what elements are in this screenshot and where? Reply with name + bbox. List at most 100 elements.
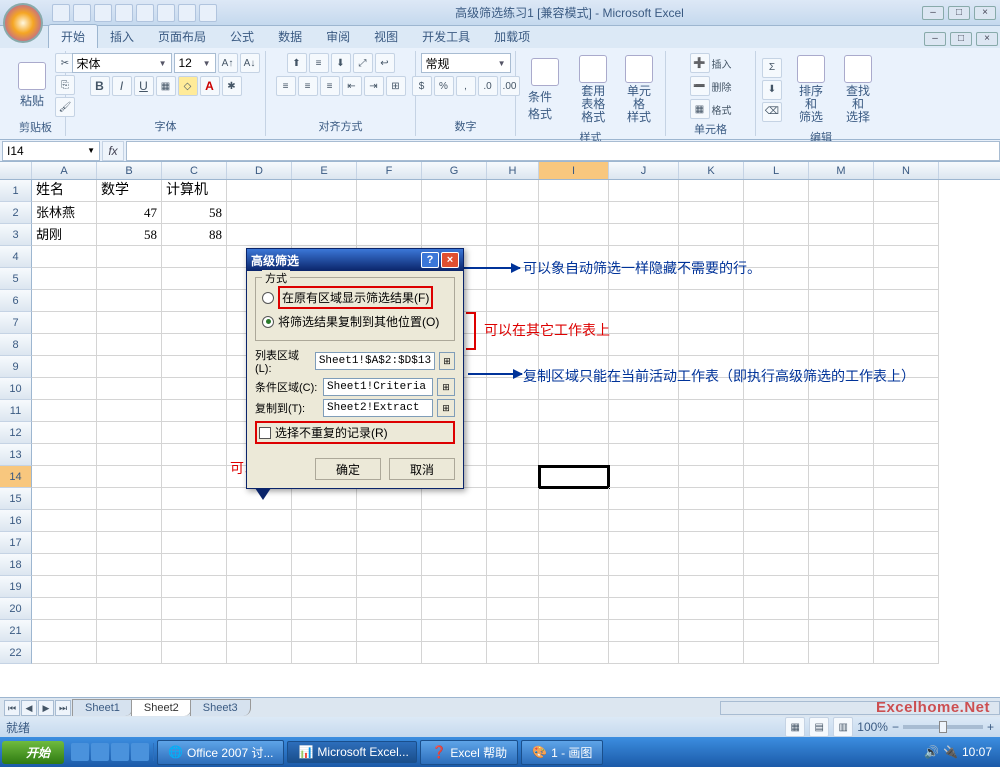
decrease-font-icon[interactable]: A↓ [240,53,260,73]
cell[interactable] [874,202,939,224]
cell[interactable] [422,620,487,642]
phonetic-button[interactable]: ✱ [222,76,242,96]
qat-btn[interactable] [157,4,175,22]
cell[interactable] [422,180,487,202]
worksheet-grid[interactable]: A B C D E F G H I J K L M N 1姓名数学计算机2张林燕… [0,162,1000,697]
row-header[interactable]: 18 [0,554,32,576]
cell[interactable] [679,334,744,356]
cell[interactable] [162,268,227,290]
cell[interactable] [32,312,97,334]
cell[interactable] [539,400,609,422]
view-break-icon[interactable]: ▥ [833,717,853,737]
close-button[interactable]: × [974,6,996,20]
cell[interactable]: 姓名 [32,180,97,202]
font-color-button[interactable]: A [200,76,220,96]
cell[interactable] [744,202,809,224]
cell[interactable] [539,422,609,444]
col-header[interactable]: C [162,162,227,179]
cell[interactable] [679,598,744,620]
dialog-help-button[interactable]: ? [421,252,439,268]
cell[interactable] [162,642,227,664]
cell[interactable] [744,532,809,554]
cell[interactable] [162,444,227,466]
cell[interactable] [679,312,744,334]
col-header[interactable]: M [809,162,874,179]
cell[interactable] [32,290,97,312]
cell[interactable] [744,554,809,576]
cell[interactable] [97,312,162,334]
cell[interactable] [744,576,809,598]
cell[interactable] [227,180,292,202]
find-select-button[interactable]: 查找和 选择 [836,53,880,127]
range-picker-icon[interactable]: ⊞ [437,399,455,417]
row-header[interactable]: 16 [0,510,32,532]
cell[interactable] [487,180,539,202]
cell[interactable] [357,576,422,598]
cell[interactable] [809,312,874,334]
cell[interactable]: 计算机 [162,180,227,202]
doc-minimize-button[interactable]: ‒ [924,32,946,46]
cell[interactable]: 数学 [97,180,162,202]
col-header[interactable]: A [32,162,97,179]
cell[interactable] [874,312,939,334]
cell[interactable] [357,642,422,664]
cell[interactable] [874,290,939,312]
cell[interactable] [357,532,422,554]
sheet-nav-first-icon[interactable]: ⏮ [4,700,20,716]
cell[interactable] [744,290,809,312]
taskbar-item[interactable]: ❓Excel 帮助 [420,740,518,765]
col-header[interactable]: L [744,162,809,179]
cell[interactable] [487,488,539,510]
cell[interactable] [162,554,227,576]
cell[interactable] [744,620,809,642]
cell[interactable] [357,598,422,620]
cell[interactable] [744,488,809,510]
cell[interactable] [679,576,744,598]
cell[interactable] [97,268,162,290]
cell[interactable] [32,400,97,422]
currency-icon[interactable]: $ [412,76,432,96]
align-middle-icon[interactable]: ≡ [309,53,329,73]
formula-input[interactable] [126,141,1000,161]
cell[interactable] [162,356,227,378]
cell[interactable] [422,532,487,554]
cell[interactable] [809,466,874,488]
col-header[interactable]: H [487,162,539,179]
cell[interactable] [162,488,227,510]
italic-button[interactable]: I [112,76,132,96]
cell[interactable] [162,312,227,334]
cell[interactable] [539,554,609,576]
row-header[interactable]: 5 [0,268,32,290]
cell[interactable] [679,400,744,422]
cell[interactable] [422,224,487,246]
row-header[interactable]: 19 [0,576,32,598]
minimize-button[interactable]: ‒ [922,6,944,20]
row-header[interactable]: 1 [0,180,32,202]
sheet-nav-last-icon[interactable]: ⏭ [55,700,71,716]
tray-icon[interactable]: 🔌 [943,745,958,759]
cell[interactable] [679,422,744,444]
cell[interactable] [609,532,679,554]
cell[interactable] [97,400,162,422]
bold-button[interactable]: B [90,76,110,96]
cell[interactable] [809,488,874,510]
cell[interactable] [292,554,357,576]
cell[interactable] [162,620,227,642]
cell[interactable] [609,554,679,576]
cell[interactable] [874,620,939,642]
taskbar-item[interactable]: 📊Microsoft Excel... [287,741,417,763]
cell[interactable] [874,246,939,268]
cell[interactable] [809,510,874,532]
cell[interactable] [487,598,539,620]
cell[interactable] [32,268,97,290]
list-range-input[interactable]: Sheet1!$A$2:$D$13 [315,352,435,370]
orientation-icon[interactable]: ⤢ [353,53,373,73]
cell[interactable] [809,532,874,554]
col-header[interactable]: I [539,162,609,179]
cell[interactable] [609,400,679,422]
dialog-titlebar[interactable]: 高级筛选 ? × [247,249,463,271]
cell[interactable]: 58 [97,224,162,246]
cell[interactable] [609,224,679,246]
cell[interactable] [97,576,162,598]
cell[interactable] [809,202,874,224]
